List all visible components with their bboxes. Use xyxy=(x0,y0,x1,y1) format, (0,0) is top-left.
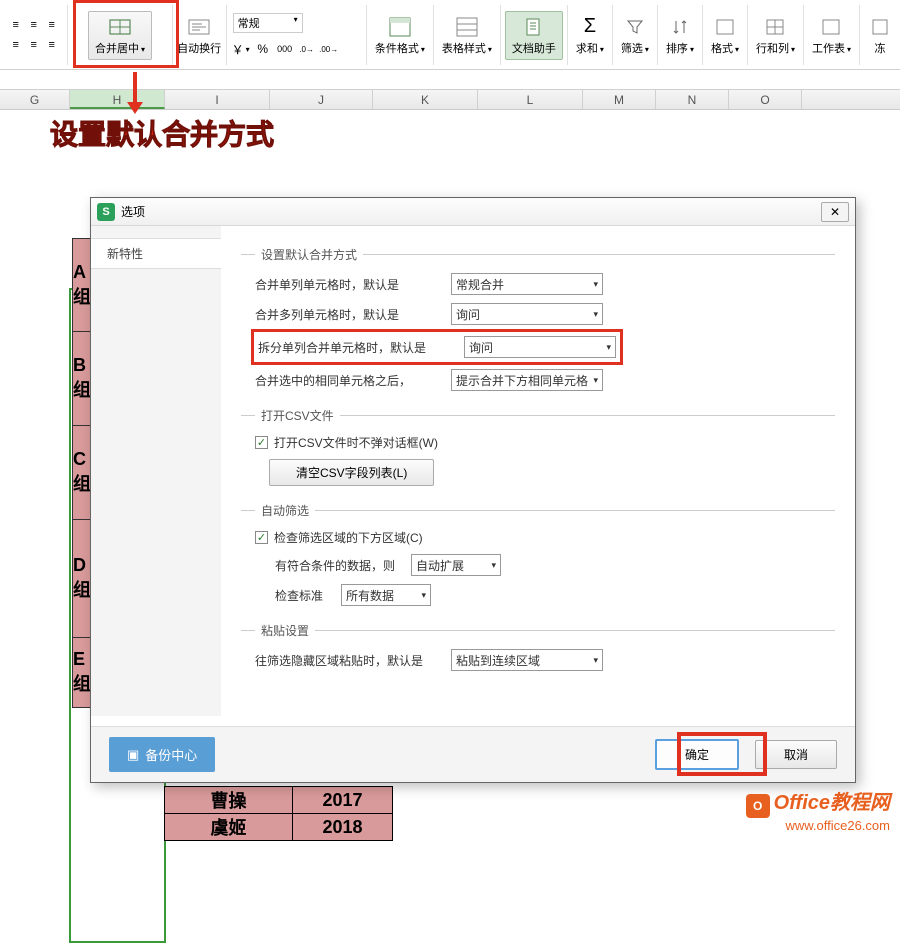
sort-icon xyxy=(668,15,692,39)
split-single-label: 拆分单列合并单元格时，默认是 xyxy=(258,339,464,356)
dec-decimal-button[interactable]: .00→ xyxy=(321,41,337,57)
dialog-title: 选项 xyxy=(121,203,821,220)
col-header[interactable]: H xyxy=(70,90,165,109)
wrap-text-button[interactable]: 自动换行 xyxy=(173,13,225,58)
ok-button[interactable]: 确定 xyxy=(655,739,739,770)
col-header[interactable]: O xyxy=(729,90,802,109)
align-mid-icon[interactable]: ≡ xyxy=(26,17,42,33)
merge-multi-select[interactable]: 询问 xyxy=(451,303,603,325)
ribbon: ≡≡≡ ≡≡≡ 合并居中 自动换行 常规 ￥ % 000 .0→ .00→ 条件… xyxy=(0,0,900,70)
filter-button[interactable]: 筛选 xyxy=(617,13,653,58)
data-table-partial: 曹操2017 虞姬2018 xyxy=(164,786,393,841)
csv-checkbox-label: 打开CSV文件时不弹对话框(W) xyxy=(274,434,438,451)
rowcol-icon xyxy=(763,15,787,39)
section-csv: 打开CSV文件 打开CSV文件时不弹对话框(W) 清空CSV字段列表(L) xyxy=(241,407,835,494)
close-icon: ✕ xyxy=(830,205,840,219)
section-legend: 粘贴设置 xyxy=(255,622,315,639)
col-header[interactable]: M xyxy=(583,90,656,109)
col-header[interactable]: N xyxy=(656,90,729,109)
annotation-text: 设置默认合并方式 xyxy=(50,113,274,153)
sigma-icon: Σ xyxy=(578,15,602,39)
funnel-icon xyxy=(623,15,647,39)
section-legend: 设置默认合并方式 xyxy=(255,246,363,263)
table-style-icon xyxy=(455,15,479,39)
check-below-checkbox[interactable] xyxy=(255,531,268,544)
check-below-label: 检查筛选区域的下方区域(C) xyxy=(274,529,423,546)
doc-assist-button[interactable]: 文档助手 xyxy=(505,11,563,60)
align-left-icon[interactable]: ≡ xyxy=(8,37,24,53)
col-header[interactable]: G xyxy=(0,90,70,109)
table-row: 曹操2017 xyxy=(165,787,393,814)
section-legend: 自动筛选 xyxy=(255,502,315,519)
table-style-button[interactable]: 表格样式 xyxy=(438,13,496,58)
annotation-highlight-row: 拆分单列合并单元格时，默认是 询问 xyxy=(251,329,623,365)
clear-csv-button[interactable]: 清空CSV字段列表(L) xyxy=(269,459,434,486)
filter-standard-label: 检查标准 xyxy=(275,587,335,604)
merge-same-label: 合并选中的相同单元格之后， xyxy=(255,372,445,389)
csv-no-dialog-checkbox[interactable] xyxy=(255,436,268,449)
merge-same-select[interactable]: 提示合并下方相同单元格 xyxy=(451,369,603,391)
col-header[interactable]: L xyxy=(478,90,583,109)
freeze-button[interactable]: 冻 xyxy=(864,13,896,58)
watermark: OOffice教程网 www.office26.com xyxy=(746,786,890,833)
dialog-titlebar: S 选项 ✕ xyxy=(91,198,855,226)
col-header[interactable]: J xyxy=(270,90,373,109)
format-button[interactable]: 格式 xyxy=(707,13,743,58)
comma-button[interactable]: 000 xyxy=(277,41,293,57)
annotation-arrow xyxy=(125,72,145,116)
close-button[interactable]: ✕ xyxy=(821,202,849,222)
freeze-icon xyxy=(868,15,892,39)
inc-decimal-button[interactable]: .0→ xyxy=(299,41,315,57)
app-icon: S xyxy=(97,203,115,221)
wrap-icon xyxy=(187,15,211,39)
backup-icon: ▣ xyxy=(127,747,139,763)
align-right-icon[interactable]: ≡ xyxy=(44,37,60,53)
section-legend: 打开CSV文件 xyxy=(255,407,340,424)
merge-icon xyxy=(108,15,132,39)
worksheet-icon xyxy=(819,15,843,39)
watermark-title: Office教程网 xyxy=(774,792,890,814)
dialog-footer: ▣ 备份中心 确定 取消 xyxy=(91,726,855,782)
merge-single-label: 合并单列单元格时，默认是 xyxy=(255,276,445,293)
watermark-icon: O xyxy=(746,794,770,818)
dialog-main: 设置默认合并方式 合并单列单元格时，默认是 常规合并 合并多列单元格时，默认是 … xyxy=(221,226,855,716)
section-filter: 自动筛选 检查筛选区域的下方区域(C) 有符合条件的数据，则 自动扩展 检查标准… xyxy=(241,502,835,614)
doc-assist-icon xyxy=(522,15,546,39)
align-bot-icon[interactable]: ≡ xyxy=(44,17,60,33)
dialog-sidebar: 新特性 xyxy=(91,226,221,716)
cond-format-button[interactable]: 条件格式 xyxy=(371,13,429,58)
align-top-icon[interactable]: ≡ xyxy=(8,17,24,33)
backup-center-button[interactable]: ▣ 备份中心 xyxy=(109,737,215,772)
section-paste: 粘贴设置 往筛选隐藏区域粘贴时，默认是 粘贴到连续区域 xyxy=(241,622,835,679)
filter-standard-select[interactable]: 所有数据 xyxy=(341,584,431,606)
paste-hidden-label: 往筛选隐藏区域粘贴时，默认是 xyxy=(255,652,445,669)
paste-hidden-select[interactable]: 粘贴到连续区域 xyxy=(451,649,603,671)
section-merge: 设置默认合并方式 合并单列单元格时，默认是 常规合并 合并多列单元格时，默认是 … xyxy=(241,246,835,399)
filter-expand-label: 有符合条件的数据，则 xyxy=(275,557,405,574)
watermark-url: www.office26.com xyxy=(746,818,890,833)
options-dialog: S 选项 ✕ 新特性 设置默认合并方式 合并单列单元格时，默认是 常规合并 合并… xyxy=(90,197,856,783)
filter-expand-select[interactable]: 自动扩展 xyxy=(411,554,501,576)
col-header[interactable]: I xyxy=(165,90,270,109)
align-center-icon[interactable]: ≡ xyxy=(26,37,42,53)
sum-button[interactable]: Σ 求和 xyxy=(572,13,608,58)
col-header[interactable]: K xyxy=(373,90,478,109)
currency-button[interactable]: ￥ xyxy=(233,41,249,57)
percent-button[interactable]: % xyxy=(255,41,271,57)
merge-single-select[interactable]: 常规合并 xyxy=(451,273,603,295)
merge-multi-label: 合并多列单元格时，默认是 xyxy=(255,306,445,323)
format-icon xyxy=(713,15,737,39)
sidebar-item-new-features[interactable]: 新特性 xyxy=(91,238,221,269)
rowcol-button[interactable]: 行和列 xyxy=(752,13,799,58)
split-single-select[interactable]: 询问 xyxy=(464,336,616,358)
sort-button[interactable]: 排序 xyxy=(662,13,698,58)
worksheet-button[interactable]: 工作表 xyxy=(808,13,855,58)
cancel-button[interactable]: 取消 xyxy=(755,740,837,769)
number-format-combo[interactable]: 常规 xyxy=(233,13,303,33)
table-row: 虞姬2018 xyxy=(165,814,393,841)
merge-center-button[interactable]: 合并居中 xyxy=(88,11,152,60)
cond-format-icon xyxy=(388,15,412,39)
